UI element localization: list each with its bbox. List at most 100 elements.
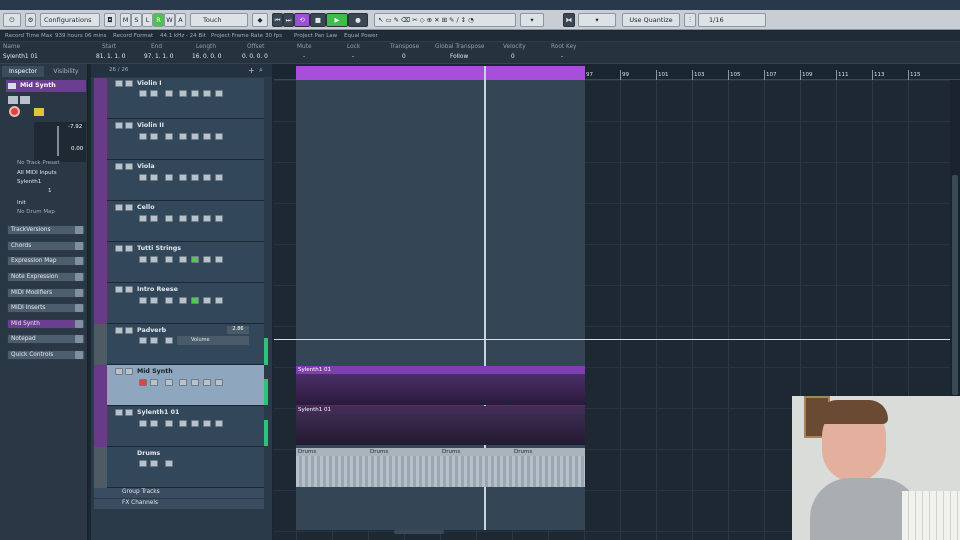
patch-selector[interactable]: Init	[17, 200, 26, 206]
solo-button[interactable]	[125, 122, 133, 129]
mute-button[interactable]	[115, 163, 123, 170]
read-button[interactable]	[191, 297, 199, 304]
info-transpose-value[interactable]: 0	[402, 54, 406, 60]
monitor-button[interactable]	[150, 133, 158, 140]
freeze-button[interactable]	[215, 256, 223, 263]
track-name[interactable]: Drums	[137, 450, 160, 457]
edit-button[interactable]	[179, 297, 187, 304]
settings-icon[interactable]: ⚙	[25, 13, 36, 27]
edit-button[interactable]	[179, 133, 187, 140]
scroll-thumb[interactable]	[952, 175, 958, 395]
freeze-button[interactable]	[215, 174, 223, 181]
monitor-button[interactable]	[150, 90, 158, 97]
section-notepad[interactable]: Notepad	[7, 334, 85, 344]
midi-part-mid-synth[interactable]	[296, 366, 585, 405]
freeze-button[interactable]	[215, 215, 223, 222]
midi-input[interactable]: All MIDI Inputs	[17, 170, 57, 176]
record-button[interactable]	[139, 256, 147, 263]
track-sylenth1-01[interactable]: Sylenth1 01	[94, 406, 264, 447]
track-tutti-strings[interactable]: Tutti Strings	[94, 242, 264, 283]
mute-button[interactable]	[139, 460, 147, 467]
write-automation-button[interactable]: W	[164, 13, 175, 27]
track-intro-reese[interactable]: Intro Reese	[94, 283, 264, 324]
freeze-button[interactable]	[215, 420, 223, 427]
lane-button[interactable]	[165, 256, 173, 263]
track-padverb[interactable]: Padverb 2.86 Volume	[94, 324, 264, 365]
lane-button[interactable]	[165, 90, 173, 97]
freeze-button[interactable]	[215, 133, 223, 140]
read-button[interactable]	[191, 90, 199, 97]
read-button[interactable]	[191, 256, 199, 263]
stop-icon[interactable]: ■	[310, 13, 326, 27]
write-button[interactable]	[203, 174, 211, 181]
solo-button[interactable]	[125, 204, 133, 211]
automation-line[interactable]	[274, 339, 950, 340]
info-name-value[interactable]: Sylenth1 01	[3, 54, 38, 60]
track-name[interactable]: Sylenth1 01	[137, 409, 179, 416]
monitor-button[interactable]	[150, 215, 158, 222]
section-channel[interactable]: Mid Synth	[7, 319, 85, 329]
record-icon[interactable]: ●	[348, 13, 368, 27]
freeze-button[interactable]	[165, 460, 173, 467]
mute-button[interactable]	[115, 204, 123, 211]
record-button[interactable]	[139, 215, 147, 222]
monitor-button[interactable]	[150, 297, 158, 304]
automation-panel-button[interactable]: A	[175, 13, 186, 27]
info-start-value[interactable]: 81. 1. 1. 0	[96, 54, 126, 60]
read-button[interactable]	[191, 379, 199, 386]
mute-button[interactable]	[115, 327, 123, 334]
mute-button[interactable]	[115, 122, 123, 129]
quantize-icon[interactable]: ⫶	[684, 13, 696, 27]
monitor-button[interactable]	[150, 379, 158, 386]
record-button[interactable]	[139, 90, 147, 97]
solo-button[interactable]	[125, 327, 133, 334]
play-icon[interactable]: ▶	[326, 13, 348, 27]
section-track-versions[interactable]: TrackVersions	[7, 225, 85, 235]
write-button[interactable]	[203, 90, 211, 97]
track-name[interactable]: Violin II	[137, 122, 164, 129]
search-icon[interactable]: ⌕	[259, 66, 263, 75]
section-quick-controls[interactable]: Quick Controls	[7, 350, 85, 360]
drum-map[interactable]: No Drum Map	[17, 209, 55, 215]
solo-button[interactable]	[125, 368, 133, 375]
volume-fader[interactable]	[57, 126, 59, 156]
monitor-button[interactable]	[150, 256, 158, 263]
track-name[interactable]: Padverb	[137, 327, 166, 334]
lane-button[interactable]	[165, 174, 173, 181]
listen-mode-button[interactable]: L	[142, 13, 153, 27]
go-to-end-icon[interactable]: ⏭	[283, 13, 294, 27]
lane-button[interactable]	[165, 297, 173, 304]
monitor-button[interactable]	[34, 108, 44, 116]
record-enable-button[interactable]	[9, 106, 20, 117]
solo-button[interactable]	[125, 286, 133, 293]
write-button[interactable]	[203, 215, 211, 222]
lane-button[interactable]	[165, 379, 173, 386]
mute-button[interactable]	[115, 286, 123, 293]
drum-part[interactable]	[296, 448, 585, 487]
automation-value[interactable]: 2.86	[227, 326, 249, 334]
add-track-icon[interactable]: +	[248, 66, 255, 75]
mute-button[interactable]	[115, 245, 123, 252]
mute-mode-button[interactable]: M	[120, 13, 131, 27]
midi-part-sylenth[interactable]	[296, 406, 585, 445]
write-button[interactable]	[203, 133, 211, 140]
read-automation-button[interactable]: R	[153, 13, 164, 27]
quantize-mode-dropdown[interactable]: Use Quantize	[622, 13, 680, 27]
monitor-button[interactable]	[150, 420, 158, 427]
read-button[interactable]	[139, 337, 147, 344]
volume-value[interactable]: -7.92	[68, 124, 82, 130]
record-button[interactable]	[139, 420, 147, 427]
info-length-value[interactable]: 16. 0. 0. 0	[192, 54, 222, 60]
record-button[interactable]	[139, 297, 147, 304]
track-name[interactable]: Tutti Strings	[137, 245, 181, 252]
solo-button[interactable]	[125, 409, 133, 416]
info-lock-value[interactable]: -	[352, 54, 354, 60]
solo-button[interactable]	[125, 245, 133, 252]
track-preset[interactable]: No Track Preset	[17, 160, 60, 166]
track-viola[interactable]: Viola	[94, 160, 264, 201]
edit-button[interactable]	[179, 174, 187, 181]
track-drums[interactable]: Drums	[94, 447, 264, 488]
edit-button[interactable]	[179, 215, 187, 222]
write-button[interactable]	[203, 297, 211, 304]
edit-button[interactable]	[179, 420, 187, 427]
